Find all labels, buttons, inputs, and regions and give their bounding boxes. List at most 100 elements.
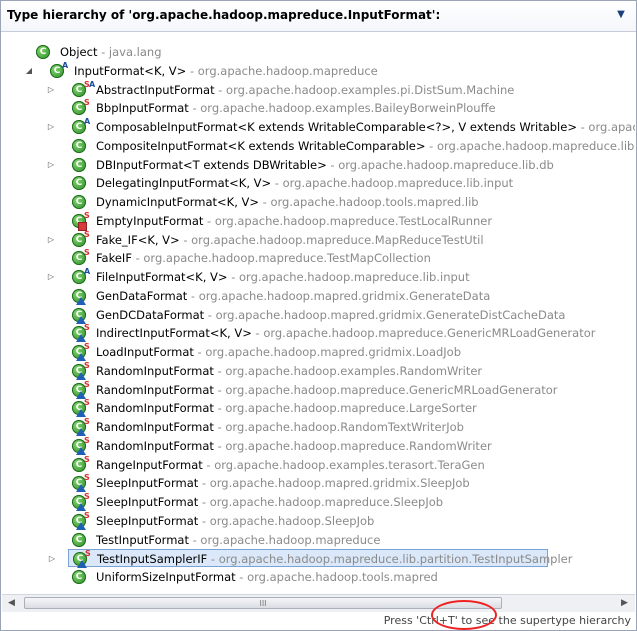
tree-item-label: UniformSizeInputFormat - org.apache.hado… [96,568,438,586]
type-name: DBInputFormat<T extends DBWritable> [96,157,327,172]
hierarchy-tree[interactable]: Object - java.lang ◢ A InputFormat<K, V> - … [2,32,635,594]
tree-item[interactable]: ▷ SAAbstractInputFormat - org.apache.hado… [2,80,635,99]
tree-item[interactable]: S RandomInputFormat - org.apache.hadoop.e… [2,361,635,380]
tree-item-label: GenDCDataFormat - org.apache.hadoop.mapr… [96,306,565,324]
package-name: - org.apache.hadoop.mapred.gridmix.LoadJ… [193,345,462,359]
class-icon: S [72,455,90,472]
tree-item[interactable]: ◢ A InputFormat<K, V> - org.apache.hadoop.… [2,61,635,80]
expanded-icon[interactable]: ◢ [24,62,34,80]
class-icon: S [72,211,90,231]
type-name: TestInputFormat [96,532,189,547]
type-name: RandomInputFormat [96,382,214,397]
tree-item[interactable]: S RandomInputFormat - org.apache.hadoop.m… [2,436,635,455]
class-icon [72,176,86,191]
tree-item-label: SleepInputFormat - org.apache.hadoop.Sle… [96,512,374,530]
type-name: AbstractInputFormat [96,82,215,97]
tree-item[interactable]: S IndirectInputFormat<K, V> - org.apache.… [2,324,635,343]
tree-item[interactable]: TestInputFormat - org.apache.hadoop.mapr… [2,531,635,549]
type-name: CompositeInputFormat<K extends WritableC… [96,138,426,153]
red-annotation-circle [431,600,497,630]
tree-item-label: RandomInputFormat - org.apache.hadoop.ma… [96,399,477,417]
class-icon [72,157,86,172]
tree-item[interactable]: ▷ A FileInputFormat<K, V> - org.apache.had… [2,268,635,286]
type-name: Fake_IF<K, V> [96,232,180,247]
class-icon: S [72,99,90,116]
class-icon [36,45,50,59]
tree-item-label: RandomInputFormat - org.apache.hadoop.ma… [96,381,558,399]
type-name: DelegatingInputFormat<K, V> [96,176,272,191]
class-icon: S [72,399,90,418]
package-name: - org.apache.hadoop.mapreduce.lib.input [271,176,514,191]
tree-item[interactable]: S SleepInputFormat - org.apache.hadoop.ma… [2,493,635,511]
class-icon: S [72,230,90,247]
tree-item[interactable]: UniformSizeInputFormat - org.apache.hado… [2,568,635,586]
package-name: - org.apache.hadoop.mapreduce.SleepJob [198,495,444,509]
class-icon: S [72,493,90,511]
tree-item[interactable]: S SleepInputFormat - org.apache.hadoop.ma… [2,474,635,493]
tree-item-label: Fake_IF<K, V> - org.apache.hadoop.mapred… [96,231,484,249]
tree-item[interactable]: S FakeIF - org.apache.hadoop.mapreduce.Te… [2,249,635,267]
package-name: - org.apache.hadoop.RandomTextWriterJob [213,420,464,434]
class-icon [72,532,86,547]
tree-item[interactable]: ▷ S Fake_IF<K, V> - org.apache.hadoop.mapr… [2,230,635,249]
tree-item-label: CompositeInputFormat<K extends WritableC… [96,137,635,155]
tree-item[interactable]: GenDCDataFormat - org.apache.hadoop.mapr… [2,306,635,324]
package-name: - org.apache.hadoop.mapreduce.lib.partit… [207,552,573,567]
tree-item-label: RandomInputFormat - org.apache.hadoop.Ra… [96,418,464,436]
type-name: ComposableInputFormat<K extends Writable… [96,120,577,134]
type-name: SleepInputFormat [96,476,199,491]
type-name: RandomInputFormat [96,438,214,453]
type-name: FileInputFormat<K, V> [96,270,228,284]
tree-item-label: GenDataFormat - org.apache.hadoop.mapred… [96,287,490,305]
horizontal-scrollbar[interactable]: ◀ III ▶ [2,594,635,612]
tree-item[interactable]: S RandomInputFormat - org.apache.hadoop.m… [2,380,635,399]
tree-item[interactable]: S SleepInputFormat - org.apache.hadoop.Sl… [2,511,635,530]
tree-item-label: LoadInputFormat - org.apache.hadoop.mapr… [96,343,461,361]
type-name: UniformSizeInputFormat [96,570,236,584]
tree-item[interactable]: ▷ A ComposableInputFormat<K extends Writab… [2,118,635,136]
expand-icon[interactable]: ▷ [46,81,56,99]
tree-item[interactable]: S RangeInputFormat - org.apache.hadoop.ex… [2,455,635,474]
package-name: - org.apache.hadoop.mapreduce.GenericMRL… [251,326,596,341]
expand-icon[interactable]: ▷ [46,268,56,286]
status-footer: Press 'Ctrl+T' to see the supertype hier… [2,612,635,630]
class-icon [72,195,86,209]
class-icon [72,138,86,153]
type-name: RangeInputFormat [96,457,203,472]
scrollbar-thumb[interactable]: III [24,597,502,609]
tree-item[interactable]: S RandomInputFormat - org.apache.hadoop.m… [2,399,635,418]
package-name: - org.apache.hadoop.examples.BaileyBorwe… [188,101,496,116]
tree-item[interactable]: S BbpInputFormat - org.apache.hadoop.exam… [2,99,635,117]
package-name: - org.apache.hadoop.mapreduce.RandomWrit… [213,438,492,453]
arrow-right-icon[interactable]: ▶ [616,596,633,611]
grip-icon: III [259,599,267,608]
tree-item[interactable]: DelegatingInputFormat<K, V> - org.apache… [2,174,635,192]
type-name: Object [60,45,98,59]
tree-item-label: TestInputSamplerIF - org.apache.hadoop.m… [97,550,572,568]
tree-item[interactable]: S LoadInputFormat - org.apache.hadoop.map… [2,343,635,361]
package-name: - org.apache.hadoop.SleepJob [198,513,375,528]
tree-item[interactable]: S RandomInputFormat - org.apache.hadoop.R… [2,418,635,436]
tree-item[interactable]: CompositeInputFormat<K extends WritableC… [2,137,635,155]
package-name: - org.apache.hadoop.mapreduce [186,63,378,78]
type-name: LoadInputFormat [96,345,194,359]
tree-item[interactable]: GenDataFormat - org.apache.hadoop.mapred… [2,287,635,305]
expand-icon[interactable]: ▷ [46,231,56,249]
tree-item-label: EmptyInputFormat - org.apache.hadoop.map… [96,212,492,230]
tree-item[interactable]: S EmptyInputFormat - org.apache.hadoop.ma… [2,211,635,231]
tree-item[interactable]: DynamicInputFormat<K, V> - org.apache.ha… [2,193,635,211]
popup-title: Type hierarchy of 'org.apache.hadoop.map… [7,8,441,22]
expand-icon[interactable]: ▷ [47,550,57,568]
class-icon: S [72,436,90,455]
package-name: - org.apache.hadoop.examples.pi.DistSum.… [214,82,515,97]
class-icon: S [72,511,90,530]
class-icon [72,288,86,305]
arrow-left-icon[interactable]: ◀ [3,596,20,611]
tree-item[interactable]: ▷ DBInputFormat<T extends DBWritable> - o… [2,156,635,174]
chevron-down-icon[interactable]: ▼ [613,7,629,23]
expand-icon[interactable]: ▷ [46,118,56,136]
type-name: InputFormat<K, V> [74,63,187,78]
tree-item[interactable]: ▷ S TestInputSamplerIF - org.apache.hadoop… [49,549,572,569]
tree-item[interactable]: Object - java.lang [2,43,635,61]
expand-icon[interactable]: ▷ [46,156,56,174]
